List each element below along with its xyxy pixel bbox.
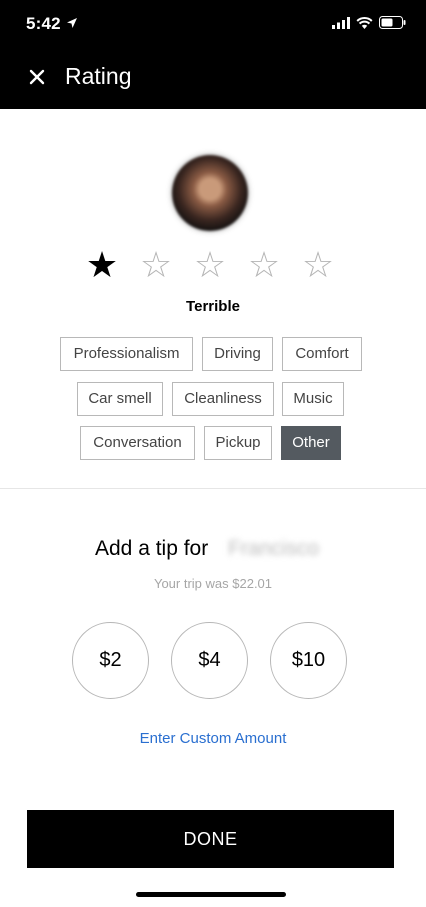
driver-avatar: [172, 155, 248, 231]
tag-conversation[interactable]: Conversation: [80, 426, 195, 460]
star-4-empty-icon[interactable]: ☆: [244, 246, 284, 286]
tag-pickup[interactable]: Pickup: [204, 426, 272, 460]
tag-car-smell[interactable]: Car smell: [77, 382, 163, 416]
close-icon[interactable]: [28, 68, 46, 86]
section-divider: [0, 488, 426, 489]
trip-summary: Your trip was $22.01: [153, 576, 273, 591]
done-button[interactable]: DONE: [27, 810, 394, 868]
tip-heading: Add a tip for: [95, 537, 209, 560]
battery-icon: [379, 16, 406, 29]
tag-other[interactable]: Other: [281, 426, 341, 460]
location-arrow-icon: [67, 18, 77, 28]
tag-cleanliness[interactable]: Cleanliness: [172, 382, 274, 416]
driver-name: Francisco: [228, 537, 320, 560]
status-time: 5:42: [26, 14, 61, 33]
tag-music[interactable]: Music: [282, 382, 344, 416]
tip-option-2[interactable]: $2: [72, 622, 149, 699]
wifi-icon: [356, 16, 373, 29]
custom-amount-link[interactable]: Enter Custom Amount: [0, 730, 426, 747]
star-2-empty-icon[interactable]: ☆: [136, 246, 176, 286]
home-indicator: [136, 892, 286, 897]
tag-comfort[interactable]: Comfort: [282, 337, 362, 371]
header-bar: 5:42 Rating: [0, 0, 426, 109]
star-1-filled-icon[interactable]: ★: [82, 246, 122, 286]
tag-professionalism[interactable]: Professionalism: [60, 337, 193, 371]
cellular-signal-icon: [332, 16, 350, 29]
status-icons: [332, 16, 406, 29]
page-title: Rating: [65, 63, 132, 89]
rating-label: Terrible: [186, 298, 240, 315]
star-rating[interactable]: ★ ☆ ☆ ☆ ☆: [0, 246, 426, 286]
tip-option-4[interactable]: $4: [171, 622, 248, 699]
star-3-empty-icon[interactable]: ☆: [190, 246, 230, 286]
tip-option-10[interactable]: $10: [270, 622, 347, 699]
star-5-empty-icon[interactable]: ☆: [298, 246, 338, 286]
tag-driving[interactable]: Driving: [202, 337, 273, 371]
